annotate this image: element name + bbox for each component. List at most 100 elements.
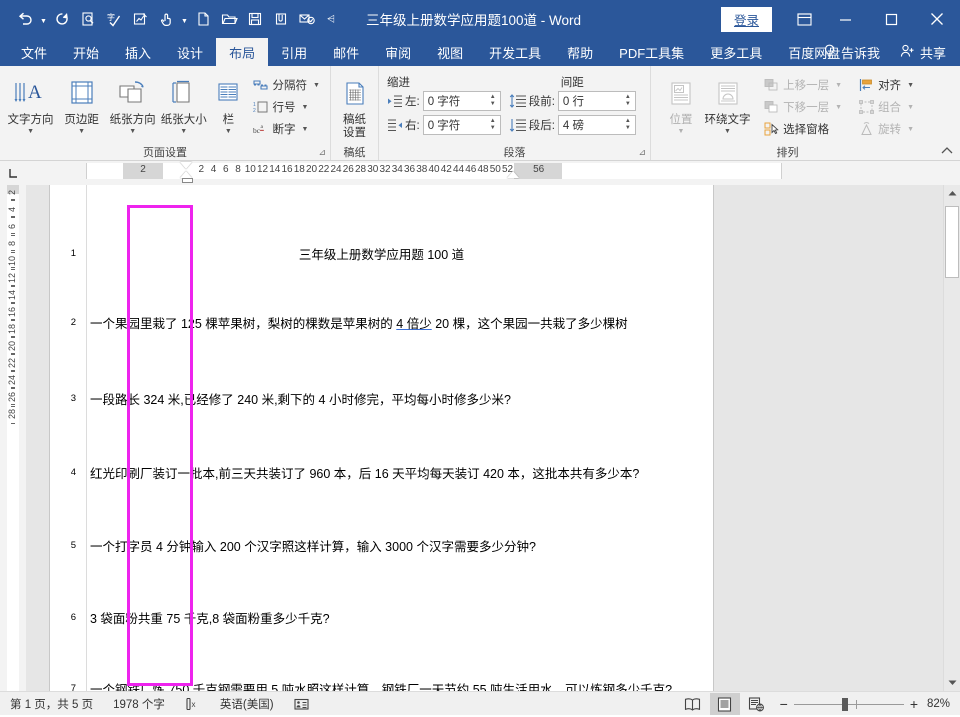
line-numbers-button[interactable]: 12 行号 ▼ <box>248 96 325 118</box>
paragraph-dialog-launcher[interactable]: ⊿ <box>638 147 646 158</box>
tab-home[interactable]: 开始 <box>60 38 112 66</box>
accessibility-icon[interactable] <box>284 697 319 711</box>
vertical-ruler[interactable]: 2 4 6 8 10 12 14 16 18 20 22 24 26 28 <box>0 185 26 691</box>
vertical-scrollbar[interactable] <box>943 185 960 691</box>
tab-design[interactable]: 设计 <box>164 38 216 66</box>
page-indicator[interactable]: 第 1 页，共 5 页 <box>0 696 103 712</box>
spacing-after-stepper[interactable]: ▲ ▼ <box>623 116 633 134</box>
tell-me-button[interactable]: 告诉我 <box>813 43 890 62</box>
save-icon[interactable] <box>242 6 268 32</box>
first-line-indent-marker[interactable] <box>180 162 192 169</box>
tab-more-tools[interactable]: 更多工具 <box>697 38 775 66</box>
spacing-before-input[interactable]: 0 行 ▲ ▼ <box>557 91 636 111</box>
maximize-button[interactable] <box>868 0 914 38</box>
print-preview-icon[interactable] <box>75 6 101 32</box>
chevron-up-icon[interactable] <box>941 146 953 158</box>
document-canvas[interactable]: 1 三年级上册数学应用题 100 道 2 一个果园里栽了 125 棵苹果树，梨树的棵数… <box>26 185 943 691</box>
rotate-button[interactable]: 旋转 ▼ <box>853 118 919 140</box>
position-button[interactable]: 位置 ▼ <box>661 71 701 136</box>
indent-right-stepper[interactable]: ▲ ▼ <box>488 116 498 134</box>
chevron-down-icon[interactable]: ▼ <box>313 82 320 89</box>
spacing-after-input[interactable]: 4 磅 ▲ ▼ <box>557 115 636 135</box>
attach-icon[interactable] <box>268 6 294 32</box>
undo-icon[interactable] <box>12 6 38 32</box>
touch-mode-icon[interactable] <box>153 6 179 32</box>
zoom-in-button[interactable]: + <box>910 696 918 712</box>
zoom-slider[interactable]: − + <box>774 696 924 712</box>
chevron-down-icon[interactable]: ▼ <box>302 126 309 133</box>
chevron-down-icon[interactable]: ▼ <box>907 104 914 111</box>
document-paragraph[interactable]: 3 袋面粉共重 75 千克,8 袋面粉重多少千克? <box>90 611 687 628</box>
document-paragraph[interactable]: 一个果园里栽了 125 棵苹果树，梨树的棵数是苹果树的 4 倍少 20 棵，这个… <box>90 316 687 333</box>
send-backward-button[interactable]: 下移一层 ▼ <box>758 96 847 118</box>
send-mail-icon[interactable] <box>294 6 320 32</box>
sign-in-button[interactable]: 登录 <box>720 6 772 32</box>
indent-left-input[interactable]: 0 字符 ▲ ▼ <box>422 91 501 111</box>
document-paragraph[interactable]: 一个钢铁厂炼 750 千克钢需要用 5 吨水照这样计算，钢铁厂一天节约 55 吨… <box>90 682 687 691</box>
open-folder-icon[interactable] <box>216 6 242 32</box>
chevron-down-icon[interactable]: ▼ <box>27 128 34 136</box>
tab-file[interactable]: 文件 <box>8 38 60 66</box>
group-button[interactable]: 组合 ▼ <box>853 96 919 118</box>
chevron-down-icon[interactable]: ▼ <box>78 128 85 136</box>
zoom-out-button[interactable]: − <box>780 696 788 712</box>
wrap-text-button[interactable]: 环绕文字 ▼ <box>701 71 754 136</box>
selection-pane-button[interactable]: 选择窗格 <box>758 118 847 140</box>
document-paragraph[interactable]: 一个打字员 4 分钟输入 200 个汉字照这样计算，输入 3000 个汉字需要多… <box>90 539 687 556</box>
spacing-before-stepper[interactable]: ▲ ▼ <box>623 92 633 110</box>
margins-button[interactable]: 页边距 ▼ <box>56 71 107 136</box>
chevron-down-icon[interactable]: ▼ <box>835 104 842 111</box>
chevron-down-icon[interactable]: ▼ <box>677 128 684 136</box>
scrollbar-thumb[interactable] <box>945 206 959 278</box>
tab-review[interactable]: 审阅 <box>372 38 424 66</box>
tab-references[interactable]: 引用 <box>268 38 320 66</box>
manuscript-settings-button[interactable]: 稿纸 设置 <box>336 71 373 140</box>
tab-developer[interactable]: 开发工具 <box>476 38 554 66</box>
document-page[interactable]: 1 三年级上册数学应用题 100 道 2 一个果园里栽了 125 棵苹果树，梨树的棵数… <box>50 185 713 691</box>
chevron-down-icon[interactable]: ▼ <box>180 128 187 136</box>
new-document-icon[interactable] <box>190 6 216 32</box>
customize-quick-access-toolbar-icon[interactable]: ⩤ <box>320 6 342 32</box>
minimize-button[interactable] <box>822 0 868 38</box>
tab-layout[interactable]: 布局 <box>216 38 269 66</box>
left-indent-marker[interactable] <box>182 178 193 183</box>
language-indicator[interactable]: 英语(美国) <box>210 696 284 712</box>
page-setup-dialog-launcher[interactable]: ⊿ <box>318 147 326 158</box>
web-layout-icon[interactable] <box>742 693 772 715</box>
tab-insert[interactable]: 插入 <box>112 38 164 66</box>
touch-mode-dropdown-caret[interactable]: ▼ <box>179 6 190 32</box>
indent-left-stepper[interactable]: ▲ ▼ <box>488 92 498 110</box>
close-button[interactable] <box>914 0 960 38</box>
edit-chart-icon[interactable] <box>127 6 153 32</box>
orientation-button[interactable]: 纸张方向 ▼ <box>107 71 158 136</box>
share-button[interactable]: 共享 <box>890 43 956 62</box>
columns-button[interactable]: 栏 ▼ <box>209 71 247 136</box>
undo-dropdown-caret[interactable]: ▼ <box>38 6 49 32</box>
breaks-button[interactable]: 分隔符 ▼ <box>248 74 325 96</box>
chevron-down-icon[interactable]: ▼ <box>225 128 232 136</box>
zoom-track[interactable] <box>793 697 904 711</box>
read-mode-icon[interactable] <box>678 693 708 715</box>
right-indent-marker[interactable] <box>506 171 519 178</box>
tab-pdf-tools[interactable]: PDF工具集 <box>606 38 697 66</box>
print-layout-icon[interactable] <box>709 693 740 715</box>
proofing-errors-icon[interactable]: x <box>175 697 210 711</box>
chevron-down-icon[interactable]: ▼ <box>129 128 136 136</box>
ribbon-display-options-icon[interactable] <box>786 0 822 38</box>
tab-view[interactable]: 视图 <box>424 38 476 66</box>
tab-help[interactable]: 帮助 <box>554 38 606 66</box>
bring-forward-button[interactable]: 上移一层 ▼ <box>758 74 847 96</box>
chevron-down-icon[interactable]: ▼ <box>724 128 731 136</box>
hanging-indent-marker[interactable] <box>180 171 192 178</box>
spellcheck-icon[interactable]: 字 <box>101 6 127 32</box>
document-title-paragraph[interactable]: 三年级上册数学应用题 100 道 <box>50 247 713 264</box>
document-paragraph[interactable]: 一段路长 324 米,已经修了 240 米,剩下的 4 小时修完，平均每小时修多… <box>90 392 687 409</box>
document-paragraph[interactable]: 红光印刷厂装订一批本,前三天共装订了 960 本，后 16 天平均每天装订 42… <box>90 466 687 483</box>
hyphenation-button[interactable]: bc a 断字 ▼ <box>248 118 325 140</box>
tab-stop-selector[interactable] <box>0 161 26 185</box>
scrollbar-track[interactable] <box>944 202 960 674</box>
scroll-down-button[interactable] <box>944 674 960 691</box>
word-count[interactable]: 1978 个字 <box>103 696 175 712</box>
scroll-up-button[interactable] <box>944 185 960 202</box>
paper-size-button[interactable]: 纸张大小 ▼ <box>158 71 209 136</box>
